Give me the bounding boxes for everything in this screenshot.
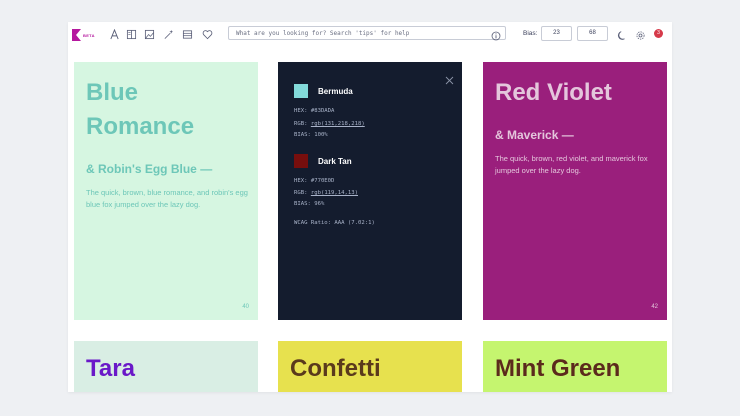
wand-icon[interactable]: [162, 28, 174, 40]
hex-value-1: HEX: #83DADA: [294, 108, 335, 114]
bias-label: Bias:: [523, 30, 538, 37]
card-number: 42: [651, 304, 658, 310]
logo-mark-icon: [72, 29, 81, 41]
bias-value-2: BIAS: 96%: [294, 201, 325, 207]
card-subtitle: & Maverick —: [495, 128, 574, 142]
wcag-ratio: WCAG Ratio: AAA (7.02:1): [294, 220, 375, 226]
logo[interactable]: BETA: [72, 29, 95, 41]
image-icon[interactable]: [143, 28, 155, 40]
search-box: [228, 26, 506, 41]
color-swatch-dark-tan: [294, 154, 308, 168]
card-description: The quick, brown, blue romance, and robi…: [86, 188, 248, 209]
app-window: BETA Bias: 23 68: [68, 22, 672, 392]
card-title: Blue Romance: [86, 79, 195, 140]
font-icon[interactable]: [108, 28, 120, 40]
list-icon[interactable]: [181, 28, 193, 40]
beta-badge: BETA: [83, 32, 95, 38]
bias-input-2[interactable]: 68: [577, 26, 608, 41]
rgb-link-1[interactable]: rgb(131,218,218): [311, 121, 365, 127]
info-icon[interactable]: [491, 28, 501, 41]
color-card-confetti[interactable]: Confetti: [278, 341, 462, 392]
card-subtitle: & Robin's Egg Blue —: [86, 162, 213, 176]
color-swatch-bermuda: [294, 84, 308, 98]
gear-icon[interactable]: [635, 28, 646, 40]
card-title: Mint Green: [495, 355, 621, 382]
bias-input-1[interactable]: 23: [541, 26, 572, 41]
rgb-row-2: RGB: rgb(119,14,13): [294, 190, 358, 196]
close-icon[interactable]: [445, 72, 454, 85]
rgb-row-1: RGB: rgb(131,218,218): [294, 121, 365, 127]
color-name-2: Dark Tan: [318, 157, 352, 166]
rgb-label: RGB:: [294, 121, 311, 127]
heart-icon[interactable]: [201, 28, 213, 40]
moon-icon[interactable]: [617, 28, 628, 40]
color-card-mint-green[interactable]: Mint Green: [483, 341, 667, 392]
color-card-tara[interactable]: Tara: [74, 341, 258, 392]
card-title: Confetti: [290, 355, 381, 382]
hex-value-2: HEX: #770E0D: [294, 178, 335, 184]
card-title: Red Violet: [495, 79, 612, 106]
card-title: Tara: [86, 355, 135, 382]
top-toolbar: BETA Bias: 23 68: [68, 22, 672, 48]
bias-value-1: BIAS: 100%: [294, 132, 328, 138]
card-number: 40: [242, 304, 249, 310]
rgb-link-2[interactable]: rgb(119,14,13): [311, 190, 358, 196]
color-detail-card: Bermuda HEX: #83DADA RGB: rgb(131,218,21…: [278, 62, 462, 320]
color-card-red-violet[interactable]: Red Violet & Maverick — The quick, brown…: [483, 62, 667, 320]
color-card-blue-romance[interactable]: Blue Romance & Robin's Egg Blue — The qu…: [74, 62, 258, 320]
notification-badge[interactable]: 3: [654, 29, 663, 38]
columns-icon[interactable]: [125, 28, 137, 40]
card-description: The quick, brown, red violet, and maveri…: [495, 154, 648, 175]
color-name-1: Bermuda: [318, 87, 353, 96]
rgb-label: RGB:: [294, 190, 311, 196]
search-input[interactable]: [229, 27, 486, 39]
